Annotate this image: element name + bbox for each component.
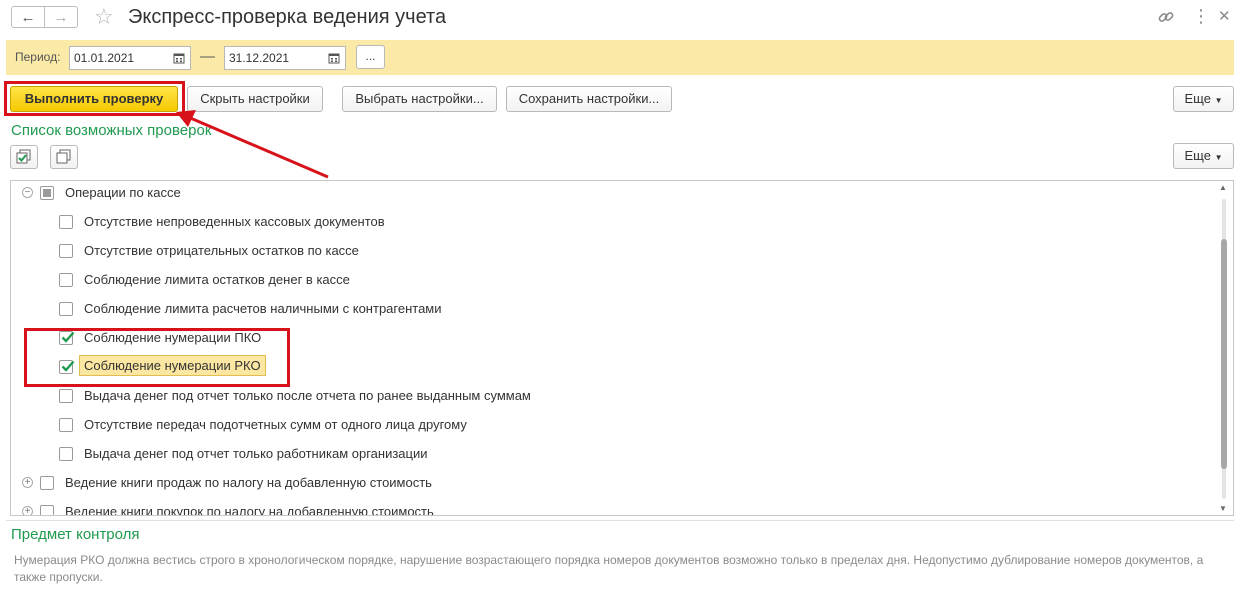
dropdown-arrow-icon: ▼ [1214,153,1223,162]
tree-row-label: Отсутствие отрицательных остатков по кас… [84,243,359,258]
tree-row-label: Ведение книги покупок по налогу на добав… [65,504,434,516]
expand-icon[interactable]: + [22,506,33,515]
check-all-button[interactable] [10,145,38,169]
checkbox[interactable] [40,186,54,200]
scroll-down-icon[interactable]: ▼ [1219,504,1227,513]
calendar-icon [173,53,185,64]
collapse-icon[interactable]: − [22,187,33,198]
calendar-from-button[interactable] [168,46,191,70]
back-button[interactable]: ← [11,6,45,28]
tree-row[interactable]: + Ведение книги продаж по налогу на добав… [11,470,1211,499]
checkbox[interactable] [59,447,73,461]
checkbox[interactable] [59,389,73,403]
tree-row-label: Операции по кассе [65,185,181,200]
calendar-icon [328,53,340,64]
control-subject-text: Нумерация РКО должна вестись строго в хр… [14,553,1204,584]
forward-button[interactable]: → [44,6,78,28]
period-separator: — [200,48,215,65]
window-title: Экспресс-проверка ведения учета [128,6,447,28]
annotation-highlight-checks [24,328,290,387]
more-button[interactable]: Еще ▼ [1173,86,1234,112]
check-all-icon [16,149,31,164]
tree-row-label: Соблюдение лимита остатков денег в кассе [84,272,350,287]
vertical-scrollbar[interactable]: ▲ ▼ [1219,183,1229,513]
tree-row[interactable]: Отсутствие непроведенных кассовых докуме… [11,209,1211,238]
expand-icon[interactable]: + [22,477,33,488]
link-icon[interactable] [1157,8,1175,31]
period-label: Период: [15,50,61,64]
checkbox[interactable] [59,418,73,432]
more-label: Еще [1184,148,1211,163]
tree-row-label: Отсутствие передач подотчетных сумм от о… [84,417,467,432]
checkbox[interactable] [59,273,73,287]
tree-row[interactable]: Соблюдение лимита остатков денег в кассе [11,267,1211,296]
period-select-button[interactable]: ... [356,45,385,69]
tree-row[interactable]: Соблюдение лимита расчетов наличными с к… [11,296,1211,325]
tree-row[interactable]: Отсутствие передач подотчетных сумм от о… [11,412,1211,441]
checkbox[interactable] [59,302,73,316]
dropdown-arrow-icon: ▼ [1214,96,1223,105]
tree-row-label: Выдача денег под отчет только после отче… [84,388,531,403]
tree-row[interactable]: Выдача денег под отчет только после отче… [11,383,1211,412]
scroll-up-icon[interactable]: ▲ [1219,183,1227,192]
arrow-right-icon: → [53,8,69,26]
close-icon[interactable]: ✕ [1218,7,1231,25]
more-label: Еще [1184,91,1211,106]
tree-row-label: Отсутствие непроведенных кассовых докуме… [84,214,385,229]
tree-row[interactable]: Выдача денег под отчет только работникам… [11,441,1211,470]
date-to-input[interactable]: 31.12.2021 [224,46,324,70]
save-settings-button[interactable]: Сохранить настройки... [506,86,672,112]
arrow-left-icon: ← [20,8,36,26]
scroll-thumb[interactable] [1221,239,1227,469]
uncheck-all-icon [56,149,71,164]
annotation-arrow [176,110,329,179]
uncheck-all-button[interactable] [50,145,78,169]
annotation-highlight-run [4,81,185,116]
checkbox[interactable] [59,244,73,258]
more-menu-icon[interactable]: ⋮ [1192,6,1210,27]
checkbox[interactable] [59,215,73,229]
date-from-input[interactable]: 01.01.2021 [69,46,169,70]
checkbox[interactable] [40,505,54,515]
tree-row-label: Соблюдение лимита расчетов наличными с к… [84,301,442,316]
list-more-button[interactable]: Еще ▼ [1173,143,1234,169]
control-subject-title: Предмет контроля [11,526,140,543]
tree-row-label: Ведение книги продаж по налогу на добавл… [65,475,432,490]
tree-row-label: Выдача денег под отчет только работникам… [84,446,428,461]
tree-row[interactable]: Отсутствие отрицательных остатков по кас… [11,238,1211,267]
section-divider [6,520,1234,521]
tree-row[interactable]: + Ведение книги покупок по налогу на доба… [11,499,1211,516]
calendar-to-button[interactable] [323,46,346,70]
select-settings-button[interactable]: Выбрать настройки... [342,86,497,112]
checkbox[interactable] [40,476,54,490]
favorite-star-icon[interactable]: ☆ [94,4,114,30]
